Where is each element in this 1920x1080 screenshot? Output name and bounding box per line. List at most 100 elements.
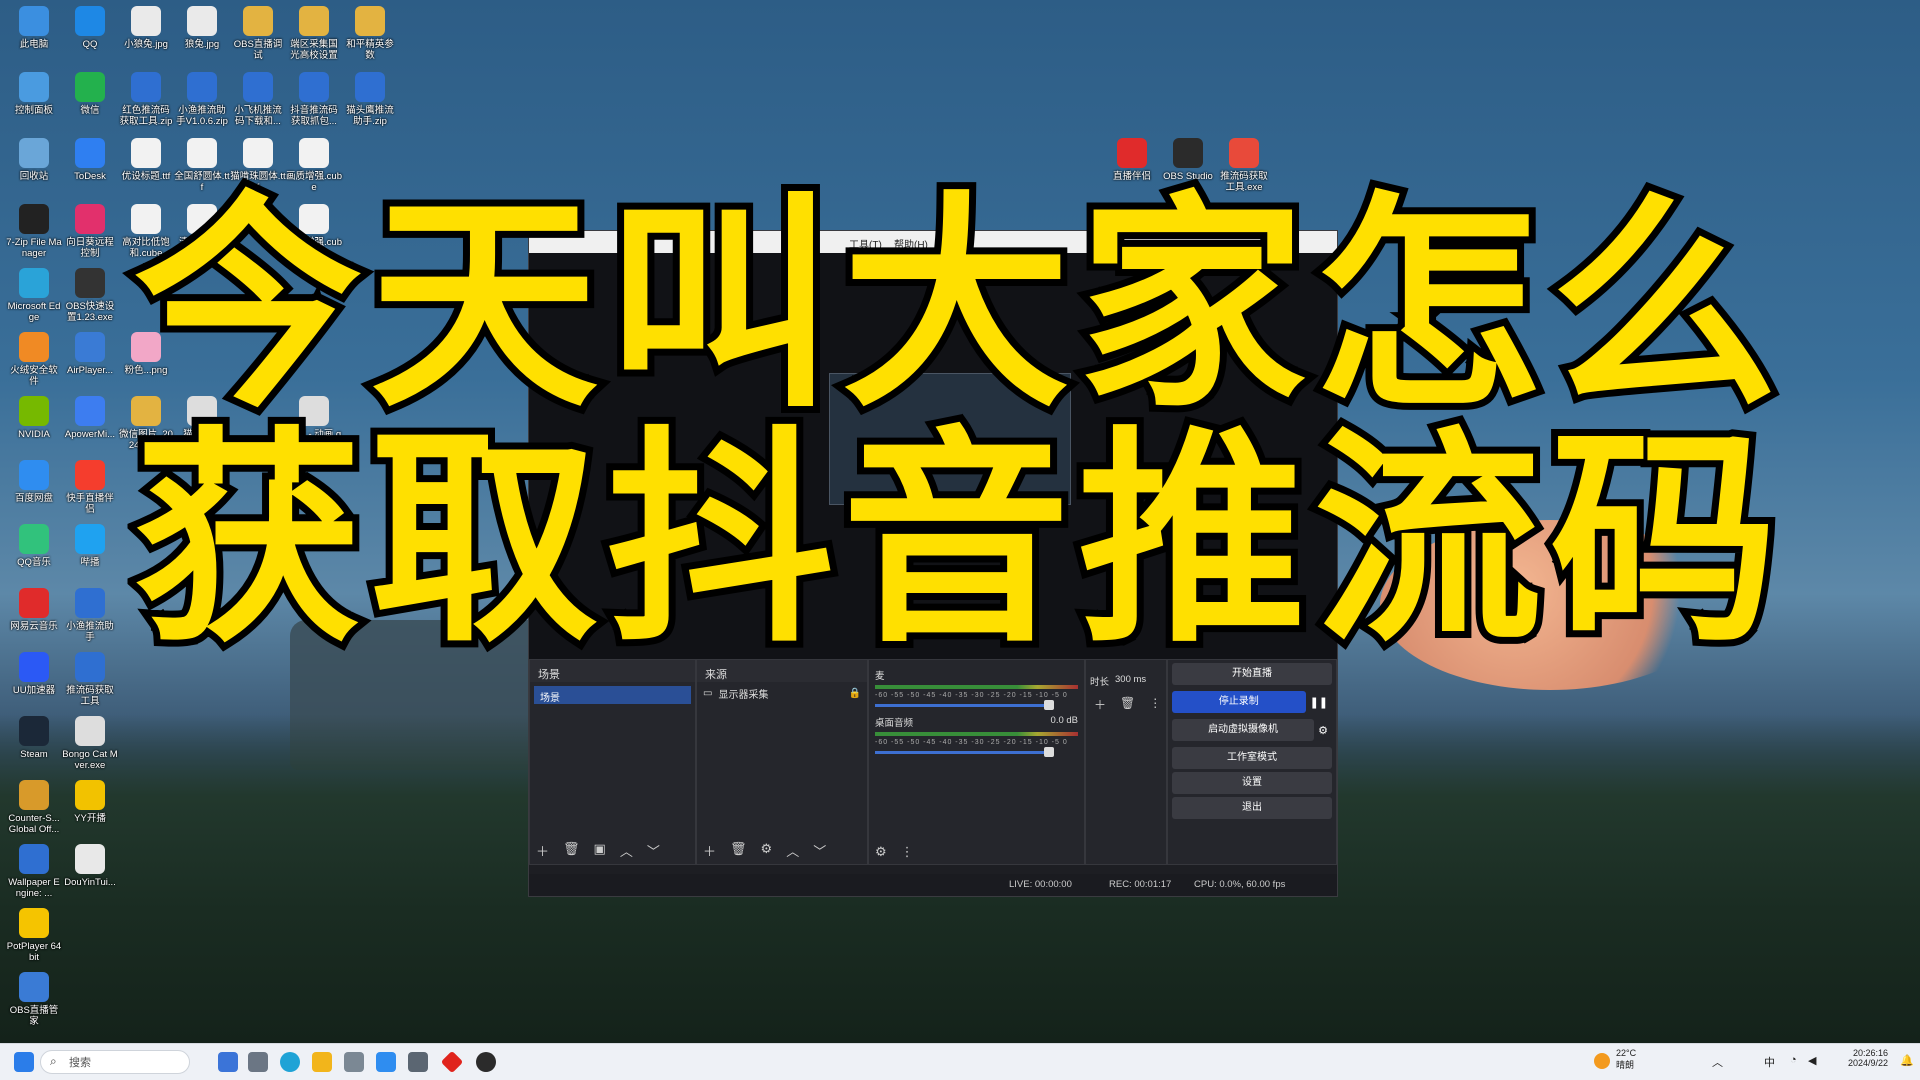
folder-icon[interactable] (312, 1052, 332, 1072)
notification-icon[interactable]: 🔔 (1900, 1054, 1914, 1067)
app-icon (19, 72, 49, 102)
clock-date: 2024/9/22 (1848, 1058, 1889, 1068)
desktop-icon[interactable]: 小渔推流助手V1.0.6.zip (174, 72, 230, 127)
app-icon (187, 6, 217, 36)
weather-widget[interactable]: 22°C 晴朗 (1616, 1048, 1636, 1071)
app-red-icon[interactable] (440, 1050, 464, 1074)
app-icon (243, 138, 273, 168)
settings-icon[interactable] (248, 1052, 268, 1072)
desktop-icon[interactable]: Counter-S... Global Off... (6, 780, 62, 835)
app-icon (299, 6, 329, 36)
desktop-icon[interactable]: 控制面板 (6, 72, 62, 116)
desktop-icon-label: OBS直播管家 (9, 1005, 59, 1027)
desktop-icon[interactable]: 此电脑 (6, 6, 62, 50)
app-icon (75, 716, 105, 746)
desktop-icon[interactable]: Wallpaper Engine: ... (6, 844, 62, 899)
desktop-icon[interactable]: QQ (62, 6, 118, 50)
weather-temp: 22°C (1616, 1048, 1637, 1058)
desktop-icon[interactable]: 微信 (62, 72, 118, 116)
camera-icon[interactable] (408, 1052, 428, 1072)
app-icon (355, 6, 385, 36)
volume-slider[interactable] (875, 747, 1054, 757)
trash-icon[interactable]: 🗑 (730, 841, 747, 860)
mixer-toolbar: ⚙ ⋮ (875, 844, 914, 860)
desktop-icon[interactable]: OBS直播管家 (6, 972, 62, 1027)
vcam-row: 启动虚拟摄像机 ⚙ (1168, 716, 1336, 744)
mixer-track-desktop: 桌面音频 0.0 dB -60 -55 -50 -45 -40 -35 -30 … (869, 711, 1084, 758)
source-item[interactable]: ▭ 显示器采集 🔒 (703, 686, 861, 701)
desktop-icon[interactable]: 狼兔.jpg (174, 6, 230, 50)
gear-icon[interactable]: ⚙ (1318, 724, 1328, 737)
app-icon (1229, 138, 1259, 168)
task-view-icon[interactable] (218, 1052, 238, 1072)
chevron-down-icon[interactable]: ﹀ (813, 841, 826, 860)
app-icon (19, 6, 49, 36)
desktop-icon[interactable]: 猫头鹰推流助手.zip (342, 72, 398, 127)
desktop-icon[interactable]: ToDesk (62, 138, 118, 182)
add-icon[interactable]: ＋ (1094, 696, 1106, 713)
scenes-toolbar: ＋ 🗑 ▣ ︿ ﹀ (536, 841, 660, 860)
chevron-up-icon[interactable]: ︿ (786, 841, 799, 860)
chevron-down-icon[interactable]: ﹀ (647, 841, 660, 860)
desktop-icon-label: 小狼兔.jpg (124, 39, 168, 50)
chevron-up-icon[interactable]: ︿ (620, 841, 633, 860)
meter-scale: -60 -55 -50 -45 -40 -35 -30 -25 -20 -15 … (875, 692, 1068, 699)
edge-icon[interactable] (280, 1052, 300, 1072)
desktop-icon-label: 狼兔.jpg (184, 39, 220, 50)
filter-icon[interactable]: ▣ (594, 841, 606, 860)
desktop-icon[interactable]: 小飞机推流码下载和... (230, 72, 286, 127)
duration-input[interactable]: 300 ms (1115, 674, 1146, 688)
more-icon[interactable]: ⋮ (901, 844, 914, 860)
virtual-camera-button[interactable]: 启动虚拟摄像机 (1172, 719, 1315, 741)
start-icon[interactable] (14, 1052, 34, 1072)
app-icon (75, 780, 105, 810)
desktop-icon-label: Steam (20, 749, 48, 760)
desktop-icon-label: OBS直播调试 (233, 39, 283, 61)
pause-icon[interactable]: ❚❚ (1310, 696, 1328, 709)
wifi-icon[interactable]: ◔ (1790, 1054, 1797, 1066)
clock[interactable]: 20:26:16 2024/9/22 (1848, 1048, 1888, 1068)
desktop-icon[interactable]: DouYinTui... (62, 844, 118, 888)
desktop-icon[interactable]: PotPlayer 64 bit (6, 908, 62, 963)
add-icon[interactable]: ＋ (536, 841, 549, 860)
monitor-icon: ▭ (703, 688, 713, 699)
trash-icon[interactable]: 🗑 (1120, 696, 1135, 713)
add-icon[interactable]: ＋ (703, 841, 716, 860)
desktop-icon[interactable]: Steam (6, 716, 62, 760)
settings-button[interactable]: 设置 (1172, 772, 1332, 794)
more-icon[interactable]: ⋮ (1149, 696, 1161, 713)
app-icon (243, 72, 273, 102)
app-icon (19, 908, 49, 938)
desktop-icon[interactable]: 推流码获取工具 (62, 652, 118, 707)
obs-icon[interactable] (476, 1052, 496, 1072)
lock-icon[interactable]: 🔒 (849, 688, 861, 699)
qq-icon[interactable] (376, 1052, 396, 1072)
desktop-icon[interactable]: 和平精英参数 (342, 6, 398, 61)
desktop-icon[interactable]: 回收站 (6, 138, 62, 182)
studio-mode-button[interactable]: 工作室模式 (1172, 747, 1332, 769)
chevron-up-icon[interactable]: ︿ (1712, 1054, 1723, 1070)
calculator-icon[interactable] (344, 1052, 364, 1072)
record-row: 停止录制 ❚❚ (1168, 688, 1336, 716)
ime-indicator[interactable]: 中 (1764, 1054, 1775, 1070)
desktop-icon[interactable]: YY开播 (62, 780, 118, 824)
scene-item[interactable]: 场景 (534, 686, 691, 704)
desktop-icon[interactable]: 小狼兔.jpg (118, 6, 174, 50)
exit-button[interactable]: 退出 (1172, 797, 1332, 819)
volume-slider[interactable] (875, 700, 1054, 710)
desktop-icon[interactable]: 抖音推流码获取抓包... (286, 72, 342, 127)
desktop-icon[interactable]: Bongo Cat Mver.exe (62, 716, 118, 771)
transition-toolbar: ＋ 🗑 ⋮ (1086, 688, 1166, 721)
desktop-icon[interactable]: 端区采集国光高校设置 (286, 6, 342, 61)
stop-record-button[interactable]: 停止录制 (1172, 691, 1306, 713)
desktop-icon-label: 回收站 (19, 171, 49, 182)
desktop-icon-label: ToDesk (74, 171, 106, 182)
gear-icon[interactable]: ⚙ (761, 841, 773, 860)
search-input[interactable]: 搜索 (40, 1050, 190, 1074)
advanced-audio-icon[interactable]: ⚙ (875, 844, 887, 860)
app-icon (299, 138, 329, 168)
desktop-icon[interactable]: 红色推流码获取工具.zip (118, 72, 174, 127)
desktop-icon[interactable]: OBS直播调试 (230, 6, 286, 61)
trash-icon[interactable]: 🗑 (563, 841, 580, 860)
volume-icon[interactable]: ◀ (1808, 1054, 1816, 1067)
